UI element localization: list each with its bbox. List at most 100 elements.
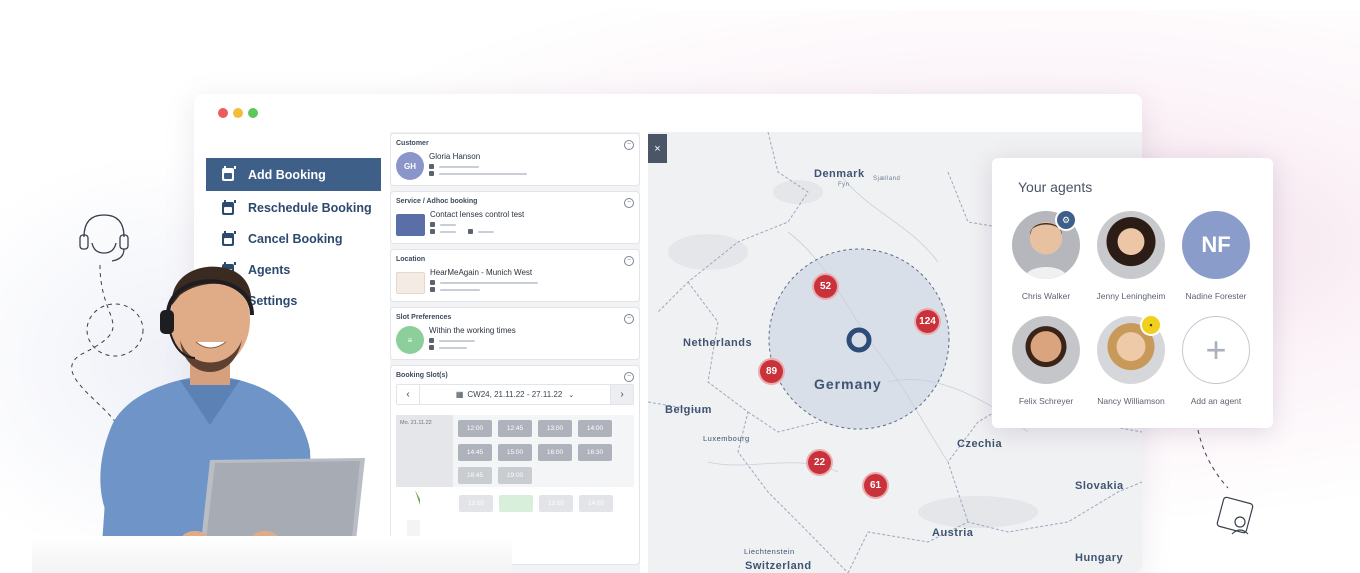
customer-avatar: GH [396, 152, 424, 180]
time-slot[interactable]: 13:00 [459, 495, 493, 512]
agent-nancy-williamson[interactable]: ▪ Nancy Williamson [1086, 314, 1176, 406]
collapse-toggle-icon[interactable]: − [624, 372, 634, 382]
agent-jenny-leningheim[interactable]: Jenny Leningheim [1086, 211, 1176, 301]
maximize-window-dot[interactable] [248, 108, 258, 118]
slot-grid: 12:00 12:45 13:00 14:00 14:45 15:00 16:0… [453, 415, 634, 487]
week-select[interactable]: ▦ CW24, 21.11.22 - 27.11.22 ⌄ [419, 385, 611, 404]
avatar [1097, 211, 1165, 279]
agents-card: Your agents ⚙ Chris Walker Jenny Leningh… [992, 158, 1273, 428]
calendar-plus-icon [222, 166, 236, 181]
card-title: Booking Slot(s) [396, 372, 448, 379]
map-label-czechia: Czechia [957, 438, 1003, 450]
time-slot[interactable]: 16:30 [578, 443, 612, 461]
time-slot[interactable]: 16:00 [538, 443, 572, 461]
slot-preference-value: Within the working times [429, 326, 516, 335]
collapse-toggle-icon[interactable]: − [624, 314, 634, 324]
desk-surface [32, 536, 512, 573]
sidebar-item-reschedule-booking[interactable]: Reschedule Booking [206, 192, 381, 224]
time-slot[interactable]: 12:45 [498, 420, 532, 437]
map-label-denmark: Denmark [814, 168, 865, 180]
agent-name: Jenny Leningheim [1096, 291, 1166, 301]
briefcase-icon: ▪ [1140, 314, 1162, 336]
agents-title: Your agents [1018, 179, 1093, 195]
window-controls [218, 108, 258, 118]
time-slot[interactable]: 13:00 [539, 495, 573, 512]
map-label-hungary: Hungary [1075, 552, 1124, 564]
time-slot[interactable] [499, 495, 533, 512]
height-icon [430, 229, 435, 234]
card-title: Location [396, 256, 426, 263]
next-week-button[interactable]: › [611, 385, 633, 404]
close-window-dot[interactable] [218, 108, 228, 118]
service-thumbnail [396, 214, 425, 236]
minimize-window-dot[interactable] [233, 108, 243, 118]
avatar [1012, 316, 1080, 384]
clock-icon [429, 345, 434, 350]
customer-name: Gloria Hanson [429, 152, 481, 161]
map-cluster-pin[interactable]: 52 [812, 273, 839, 300]
chevron-down-icon: ⌄ [568, 391, 575, 399]
map-label-liechtenstein: Liechtenstein [744, 547, 795, 556]
map-label-sjaelland: Sjælland [873, 176, 901, 182]
time-slot[interactable]: 14:00 [578, 420, 612, 437]
service-card[interactable]: Service / Adhoc booking − Contact lenses… [390, 191, 640, 244]
agent-name: Nadine Forester [1185, 291, 1247, 301]
calendar-person-doodle-icon [1197, 429, 1254, 535]
map-label-netherlands: Netherlands [683, 337, 753, 349]
add-agent-button[interactable]: + Add an agent [1171, 316, 1261, 406]
faded-slot-row: 13:00 13:00 14:00 [396, 495, 634, 512]
collapse-toggle-icon[interactable]: − [624, 198, 634, 208]
pin-icon [430, 280, 435, 285]
sidebar-item-add-booking[interactable]: Add Booking [206, 158, 381, 191]
sidebar-item-label: Reschedule Booking [248, 201, 372, 215]
time-slot[interactable]: 18:45 [458, 467, 492, 485]
time-slot[interactable]: 14:45 [458, 443, 492, 461]
map-label-switzerland: Switzerland [745, 560, 812, 572]
customer-card[interactable]: Customer − GH Gloria Hanson [390, 133, 640, 186]
card-title: Service / Adhoc booking [396, 198, 478, 205]
map-label-belgium: Belgium [665, 404, 712, 416]
mail-icon [429, 171, 434, 176]
collapse-toggle-icon[interactable]: − [624, 140, 634, 150]
avatar: NF [1182, 211, 1250, 279]
location-card[interactable]: Location − HearMeAgain - Munich West [390, 249, 640, 302]
agent-felix-schreyer[interactable]: Felix Schreyer [1001, 316, 1091, 406]
booking-form: Customer − GH Gloria Hanson Service / Ad… [390, 132, 640, 573]
map-cluster-pin[interactable]: 22 [806, 449, 833, 476]
card-title: Customer [396, 140, 429, 147]
building-icon [430, 287, 435, 292]
plus-icon: + [1182, 316, 1250, 384]
map-label-austria: Austria [932, 527, 974, 539]
gears-icon: ⚙ [1055, 209, 1077, 231]
agent-chris-walker[interactable]: ⚙ Chris Walker [1001, 209, 1091, 301]
calendar-edit-icon [222, 199, 236, 215]
time-slot[interactable]: 19:00 [498, 467, 532, 485]
map-cluster-pin[interactable]: 124 [914, 308, 941, 335]
agent-name: Nancy Williamson [1097, 396, 1165, 406]
agent-name: Chris Walker [1021, 291, 1071, 301]
slot-preferences-card[interactable]: Slot Preferences − ≡ Within the working … [390, 307, 640, 360]
time-slot[interactable]: 15:00 [498, 443, 532, 461]
calendar-cancel-icon [222, 230, 236, 246]
booking-slots-card: Booking Slot(s) − ‹ ▦ CW24, 21.11.22 - 2… [390, 365, 640, 565]
phone-icon [429, 164, 434, 169]
sidebar-item-label: Add Booking [248, 167, 326, 182]
agent-name: Felix Schreyer [1018, 396, 1074, 406]
service-name: Contact lenses control test [430, 210, 525, 219]
time-slot[interactable]: 12:00 [458, 420, 492, 437]
map-label-luxembourg: Luxembourg [703, 434, 750, 443]
collapse-toggle-icon[interactable]: − [624, 256, 634, 266]
sidebar-item-label: Cancel Booking [248, 232, 343, 246]
map-cluster-pin[interactable]: 61 [862, 472, 889, 499]
close-map-button[interactable]: × [648, 134, 667, 163]
agent-name: Add an agent [1190, 396, 1242, 406]
map-label-slovakia: Slovakia [1075, 480, 1124, 492]
clock-icon [430, 222, 435, 227]
card-title: Slot Preferences [396, 314, 452, 321]
map-cluster-pin[interactable]: 89 [758, 358, 785, 385]
calendar-icon: ▦ [455, 390, 464, 399]
calendar-icon [429, 338, 434, 343]
time-slot[interactable]: 14:00 [579, 495, 613, 512]
time-slot[interactable]: 13:00 [538, 420, 572, 437]
agent-nadine-forester[interactable]: NF Nadine Forester [1171, 211, 1261, 301]
